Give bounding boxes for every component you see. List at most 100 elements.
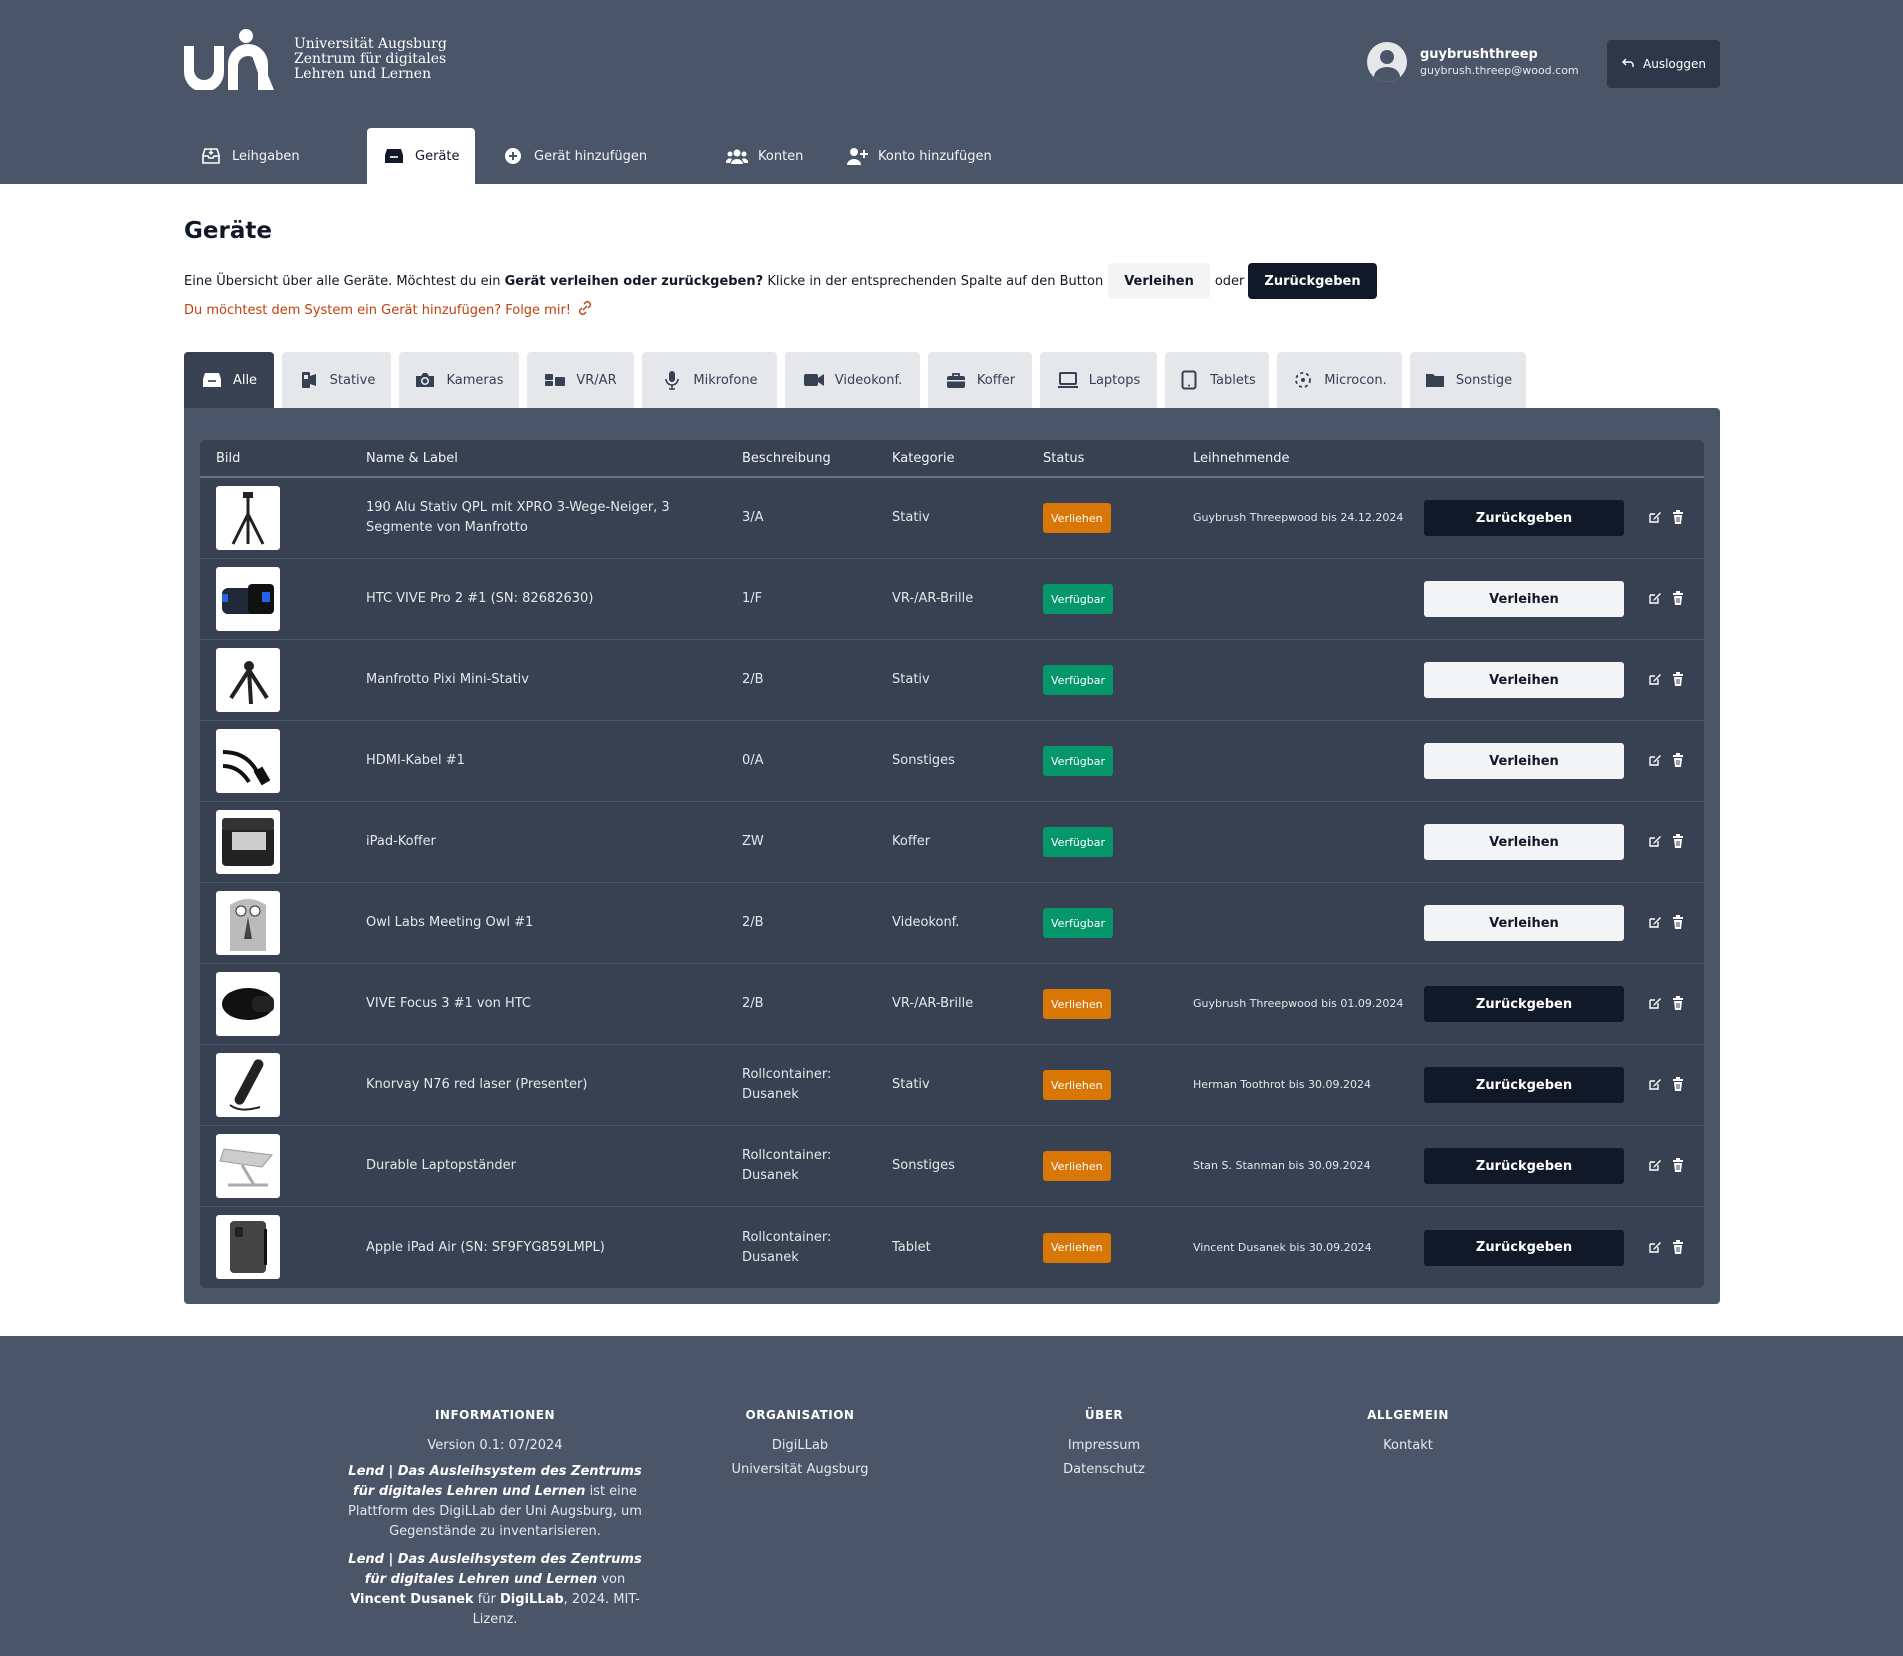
tab-alle[interactable]: Alle — [184, 352, 274, 408]
microphone-icon — [661, 369, 683, 391]
trash-icon[interactable] — [1672, 834, 1688, 850]
trash-icon[interactable] — [1672, 996, 1688, 1012]
device-description: Rollcontainer: Dusanek — [742, 1148, 832, 1183]
trash-icon[interactable] — [1672, 1158, 1688, 1174]
device-image[interactable] — [216, 972, 280, 1036]
footer-link-datenschutz[interactable]: Datenschutz — [1004, 1458, 1204, 1482]
return-button[interactable]: Zurückgeben — [1424, 986, 1624, 1022]
logo-line-1: Universität Augsburg — [294, 35, 447, 52]
edit-icon[interactable] — [1648, 834, 1664, 850]
device-image[interactable] — [216, 486, 280, 550]
footer-link-impressum[interactable]: Impressum — [1004, 1434, 1204, 1458]
nav-geraete[interactable]: Geräte — [367, 128, 476, 184]
device-category: Sonstiges — [892, 1158, 955, 1173]
intro-return-button[interactable]: Zurückgeben — [1248, 263, 1377, 299]
return-button[interactable]: Zurückgeben — [1424, 1229, 1624, 1266]
trash-icon[interactable] — [1672, 1239, 1688, 1256]
trash-icon[interactable] — [1672, 672, 1688, 688]
status-badge: Verfügbar — [1043, 908, 1114, 938]
status-badge: Verfügbar — [1043, 827, 1114, 857]
trash-icon[interactable] — [1672, 510, 1688, 526]
nav-konten[interactable]: Konten — [726, 128, 803, 184]
footer-about: ÜBER Impressum Datenschutz — [1004, 1408, 1204, 1482]
table-header: Bild Name & Label Beschreibung Kategorie… — [200, 440, 1704, 478]
table-row: Owl Labs Meeting Owl #1 2/B Videokonf. V… — [200, 883, 1704, 964]
return-button[interactable]: Zurückgeben — [1424, 1148, 1624, 1184]
table-row: Manfrotto Pixi Mini-Stativ 2/B Stativ Ve… — [200, 640, 1704, 721]
nav-geraet-hinzufuegen[interactable]: Gerät hinzufügen — [502, 128, 647, 184]
lend-button[interactable]: Verleihen — [1424, 905, 1624, 941]
footer-link-kontakt[interactable]: Kontakt — [1308, 1434, 1508, 1458]
return-button[interactable]: Zurückgeben — [1424, 500, 1624, 536]
edit-icon[interactable] — [1648, 672, 1664, 688]
add-device-link[interactable]: Du möchtest dem System ein Gerät hinzufü… — [184, 301, 593, 319]
tab-microcon[interactable]: Microcon. — [1277, 352, 1402, 408]
devices-table: Bild Name & Label Beschreibung Kategorie… — [200, 440, 1704, 1288]
video-icon — [803, 369, 825, 391]
tab-label: Microcon. — [1324, 372, 1387, 388]
tab-vr-ar[interactable]: VR/AR — [527, 352, 634, 408]
lend-button[interactable]: Verleihen — [1424, 581, 1624, 617]
trash-icon[interactable] — [1672, 591, 1688, 607]
footer-link-digillab[interactable]: DigiLLab — [700, 1434, 900, 1458]
edit-icon[interactable] — [1648, 591, 1664, 607]
device-image[interactable] — [216, 1215, 280, 1279]
status-badge: Verliehen — [1043, 1151, 1111, 1181]
device-description: 1/F — [742, 591, 763, 606]
nav-label: Leihgaben — [232, 148, 300, 164]
university-logo[interactable]: Universität Augsburg Zentrum für digital… — [184, 28, 447, 92]
table-row: HDMI-Kabel #1 0/A Sonstiges Verfügbar Ve… — [200, 721, 1704, 802]
uni-logo-mark — [184, 28, 288, 92]
device-image[interactable] — [216, 1134, 280, 1198]
device-name: Owl Labs Meeting Owl #1 — [366, 915, 534, 930]
logo-line-2: Zentrum für digitales — [294, 50, 447, 67]
tab-kameras[interactable]: Kameras — [399, 352, 519, 408]
trash-icon[interactable] — [1672, 915, 1688, 931]
edit-icon[interactable] — [1648, 510, 1664, 526]
lend-button[interactable]: Verleihen — [1424, 824, 1624, 860]
tab-koffer[interactable]: Koffer — [928, 352, 1032, 408]
table-row: VIVE Focus 3 #1 von HTC 2/B VR-/AR-Brill… — [200, 964, 1704, 1045]
tab-sonstige[interactable]: Sonstige — [1410, 352, 1526, 408]
logout-button[interactable]: Ausloggen — [1607, 40, 1720, 88]
tab-label: Stative — [329, 372, 376, 388]
nav-leihgaben[interactable]: Leihgaben — [200, 128, 300, 184]
device-description: 2/B — [742, 672, 764, 687]
tab-videokonf[interactable]: Videokonf. — [785, 352, 920, 408]
nav-konto-hinzufuegen[interactable]: Konto hinzufügen — [846, 128, 992, 184]
nav-label: Gerät hinzufügen — [534, 148, 648, 164]
intro-lend-button[interactable]: Verleihen — [1108, 263, 1210, 299]
nav-label: Geräte — [415, 148, 460, 164]
user-plus-icon — [846, 145, 868, 167]
device-image[interactable] — [216, 810, 280, 874]
tab-stative[interactable]: Stative — [282, 352, 391, 408]
table-row: HTC VIVE Pro 2 #1 (SN: 82682630) 1/F VR-… — [200, 559, 1704, 640]
status-badge: Verfügbar — [1043, 584, 1114, 614]
lend-button[interactable]: Verleihen — [1424, 743, 1624, 779]
device-image[interactable] — [216, 1053, 280, 1117]
edit-icon[interactable] — [1648, 915, 1664, 931]
return-button[interactable]: Zurückgeben — [1424, 1067, 1624, 1103]
trash-icon[interactable] — [1672, 1077, 1688, 1093]
lend-button[interactable]: Verleihen — [1424, 662, 1624, 698]
device-image[interactable] — [216, 567, 280, 631]
trash-icon[interactable] — [1672, 753, 1688, 769]
device-image[interactable] — [216, 891, 280, 955]
device-image[interactable] — [216, 648, 280, 712]
borrower: Vincent Dusanek bis 30.09.2024 — [1193, 1240, 1372, 1254]
link-icon — [577, 301, 593, 319]
footer-heading: ÜBER — [1084, 1408, 1124, 1422]
tab-mikrofone[interactable]: Mikrofone — [642, 352, 777, 408]
edit-icon[interactable] — [1648, 996, 1664, 1012]
tab-laptops[interactable]: Laptops — [1040, 352, 1157, 408]
edit-icon[interactable] — [1648, 1077, 1664, 1093]
laptop-icon — [1057, 369, 1079, 391]
tab-tablets[interactable]: Tablets — [1165, 352, 1269, 408]
edit-icon[interactable] — [1648, 1240, 1664, 1256]
device-description: 0/A — [742, 753, 764, 768]
device-image[interactable] — [216, 729, 280, 793]
edit-icon[interactable] — [1648, 753, 1664, 769]
user-name: guybrushthreep — [1420, 46, 1538, 62]
footer-link-uni[interactable]: Universität Augsburg — [700, 1458, 900, 1482]
edit-icon[interactable] — [1648, 1158, 1664, 1174]
